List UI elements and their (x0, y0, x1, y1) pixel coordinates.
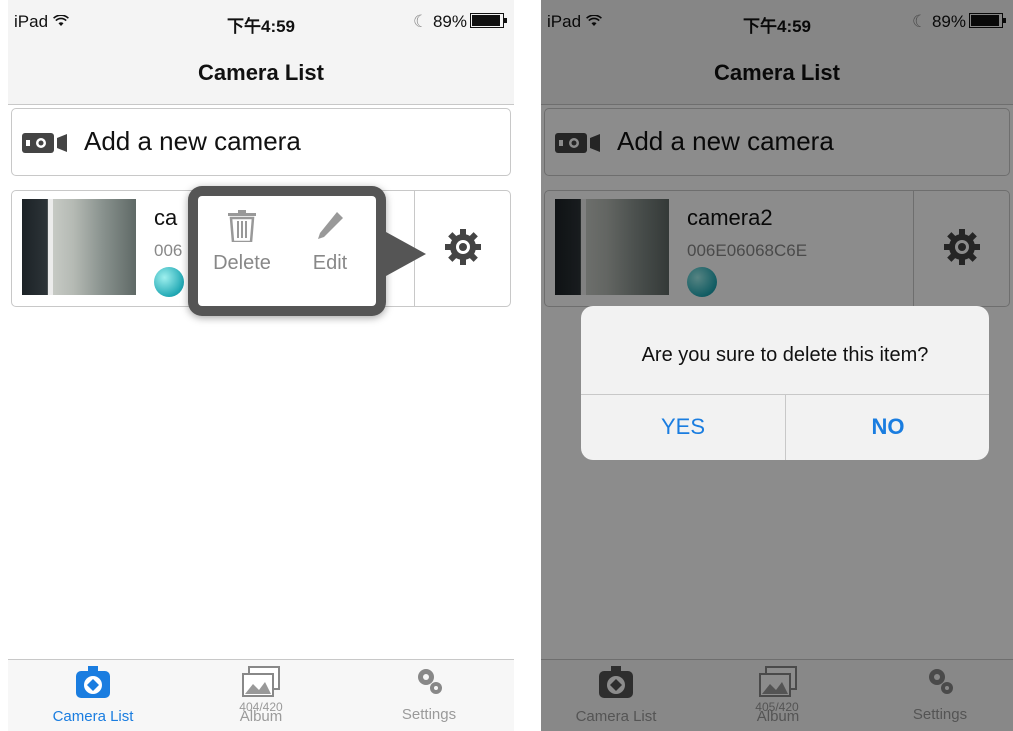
popover-arrow (386, 232, 426, 276)
page-title: Camera List (198, 60, 324, 85)
tab-bar: Camera List Album Settings 404/420 (8, 659, 514, 731)
edit-label: Edit (312, 252, 348, 274)
delete-label: Delete (213, 252, 271, 274)
status-dot (154, 267, 184, 297)
camera-thumbnail (22, 199, 136, 295)
edit-button[interactable]: Edit (290, 210, 370, 275)
delete-button[interactable]: Delete (202, 210, 282, 275)
camera-name: ca (154, 205, 178, 230)
no-button[interactable]: NO (786, 394, 989, 460)
camera-id: 006 (154, 241, 183, 260)
video-camera-icon (22, 133, 72, 158)
battery-percent: 89% (432, 12, 467, 31)
page-watermark: 404/420 (239, 700, 283, 714)
dialog-message: Are you sure to delete this item? (641, 344, 929, 366)
trash-icon (228, 210, 256, 247)
left-screen: iPad 下午4:59 ☾ 89% Camera List Add a new … (8, 0, 514, 731)
battery-icon (470, 13, 507, 28)
yes-button[interactable]: YES (581, 394, 785, 460)
delete-confirm-dialog: Are you sure to delete this item? YES NO (581, 306, 989, 460)
gear-icon (414, 669, 444, 700)
tab-camera-list[interactable]: Camera List (38, 666, 148, 725)
pencil-icon (315, 212, 345, 247)
moon-icon: ☾ (412, 12, 429, 31)
add-camera-row[interactable]: Add a new camera (11, 108, 511, 176)
status-bar: iPad 下午4:59 ☾ 89% (8, 0, 514, 44)
right-screen: iPad 下午4:59 ☾ 89% Camera List Add a new … (541, 0, 1013, 731)
camera-settings-button[interactable] (414, 191, 510, 306)
add-camera-label: Add a new camera (84, 126, 301, 156)
gear-icon (443, 227, 483, 272)
tab-album[interactable]: Album (206, 666, 316, 725)
action-popover: Delete Edit (188, 186, 426, 316)
nav-bar: Camera List (8, 44, 514, 105)
tab-settings[interactable]: Settings (374, 666, 484, 723)
